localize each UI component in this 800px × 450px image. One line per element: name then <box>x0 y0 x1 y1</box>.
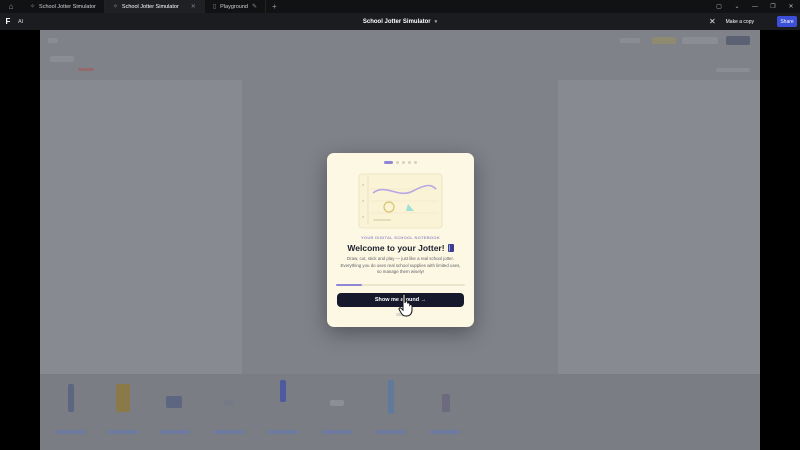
notebook-illustration <box>358 173 443 229</box>
placeholder-pill <box>652 37 676 44</box>
supply-item <box>100 380 146 440</box>
supply-item <box>422 380 468 440</box>
document-title: School Jotter Simulator ▾ <box>0 13 800 30</box>
tab-school-jotter-1[interactable]: ✧ School Jotter Simulator <box>22 0 105 13</box>
app-toolbar: F AI School Jotter Simulator ▾ ✕ Make a … <box>0 13 800 30</box>
ai-label[interactable]: AI <box>18 19 23 25</box>
onboarding-progress <box>336 284 465 286</box>
supply-item <box>368 380 414 440</box>
new-tab-icon[interactable]: + <box>266 2 283 11</box>
edit-icon: ✎ <box>251 4 257 10</box>
document-icon: ▯ <box>212 4 217 10</box>
maximize-icon[interactable]: ❐ <box>764 0 782 13</box>
welcome-dialog: YOUR DIGITAL SCHOOL NOTEBOOK Welcome to … <box>327 153 474 327</box>
window-controls: ▢ ⌄ — ❐ ✕ <box>710 0 800 13</box>
app-logo-icon[interactable]: F <box>0 13 16 30</box>
placeholder-button <box>726 36 750 45</box>
supply-item <box>260 380 306 440</box>
chevron-down-icon[interactable]: ▾ <box>435 19 438 25</box>
right-page-dimmed <box>558 80 760 375</box>
progress-fill <box>336 284 362 286</box>
browser-tab-strip: ⌂ ✧ School Jotter Simulator ✧ School Jot… <box>0 0 800 13</box>
close-tab-icon[interactable]: ✕ <box>191 3 196 10</box>
document-title-text[interactable]: School Jotter Simulator <box>363 19 431 25</box>
app-header-dimmed <box>40 30 760 52</box>
chevron-down-icon[interactable]: ⌄ <box>728 0 746 13</box>
dialog-body: Draw, cut, stick and play — just like a … <box>340 256 461 275</box>
step-dot[interactable] <box>384 161 393 164</box>
placeholder-link <box>716 68 750 72</box>
toolbar-actions: ✕ Make a copy <box>709 13 758 30</box>
left-page-dimmed <box>40 80 242 375</box>
tab-label: School Jotter Simulator <box>39 3 96 10</box>
supply-item <box>152 380 198 440</box>
step-dot[interactable] <box>402 161 405 164</box>
minimize-icon[interactable]: — <box>746 0 764 13</box>
tab-label: School Jotter Simulator <box>121 3 179 10</box>
skip-link[interactable]: Skip <box>327 312 474 317</box>
show-me-around-button[interactable]: Show me around → <box>337 293 464 307</box>
placeholder-badge <box>78 68 94 71</box>
restore-icon[interactable]: ▢ <box>710 0 728 13</box>
menu-icon <box>48 38 58 43</box>
placeholder-pill <box>682 37 718 44</box>
supply-item <box>314 380 360 440</box>
make-copy-button[interactable]: Make a copy <box>722 16 758 28</box>
supply-item <box>206 380 252 440</box>
step-dot[interactable] <box>396 161 399 164</box>
supply-item <box>48 380 94 440</box>
close-window-icon[interactable]: ✕ <box>782 0 800 13</box>
supplies-tray-dimmed <box>40 374 760 450</box>
sparkle-icon: ✧ <box>112 4 118 10</box>
notebook-icon <box>447 244 454 252</box>
home-icon[interactable]: ⌂ <box>0 0 22 13</box>
share-button[interactable]: Share <box>777 16 797 27</box>
step-dot[interactable] <box>408 161 411 164</box>
step-dot[interactable] <box>414 161 417 164</box>
tab-playground[interactable]: ▯ Playground ✎ <box>205 0 266 13</box>
dialog-eyebrow: YOUR DIGITAL SCHOOL NOTEBOOK <box>360 235 441 240</box>
tab-school-jotter-2[interactable]: ✧ School Jotter Simulator ✕ <box>104 0 205 13</box>
tab-label: Playground <box>220 3 248 10</box>
tools-icon[interactable]: ✕ <box>709 17 716 26</box>
sparkle-icon: ✧ <box>30 4 36 10</box>
placeholder-pill <box>620 38 640 43</box>
placeholder-title <box>50 56 74 62</box>
dialog-title: Welcome to your Jotter! <box>327 242 474 254</box>
step-indicator <box>327 161 474 164</box>
dialog-title-text: Welcome to your Jotter! <box>347 243 445 253</box>
